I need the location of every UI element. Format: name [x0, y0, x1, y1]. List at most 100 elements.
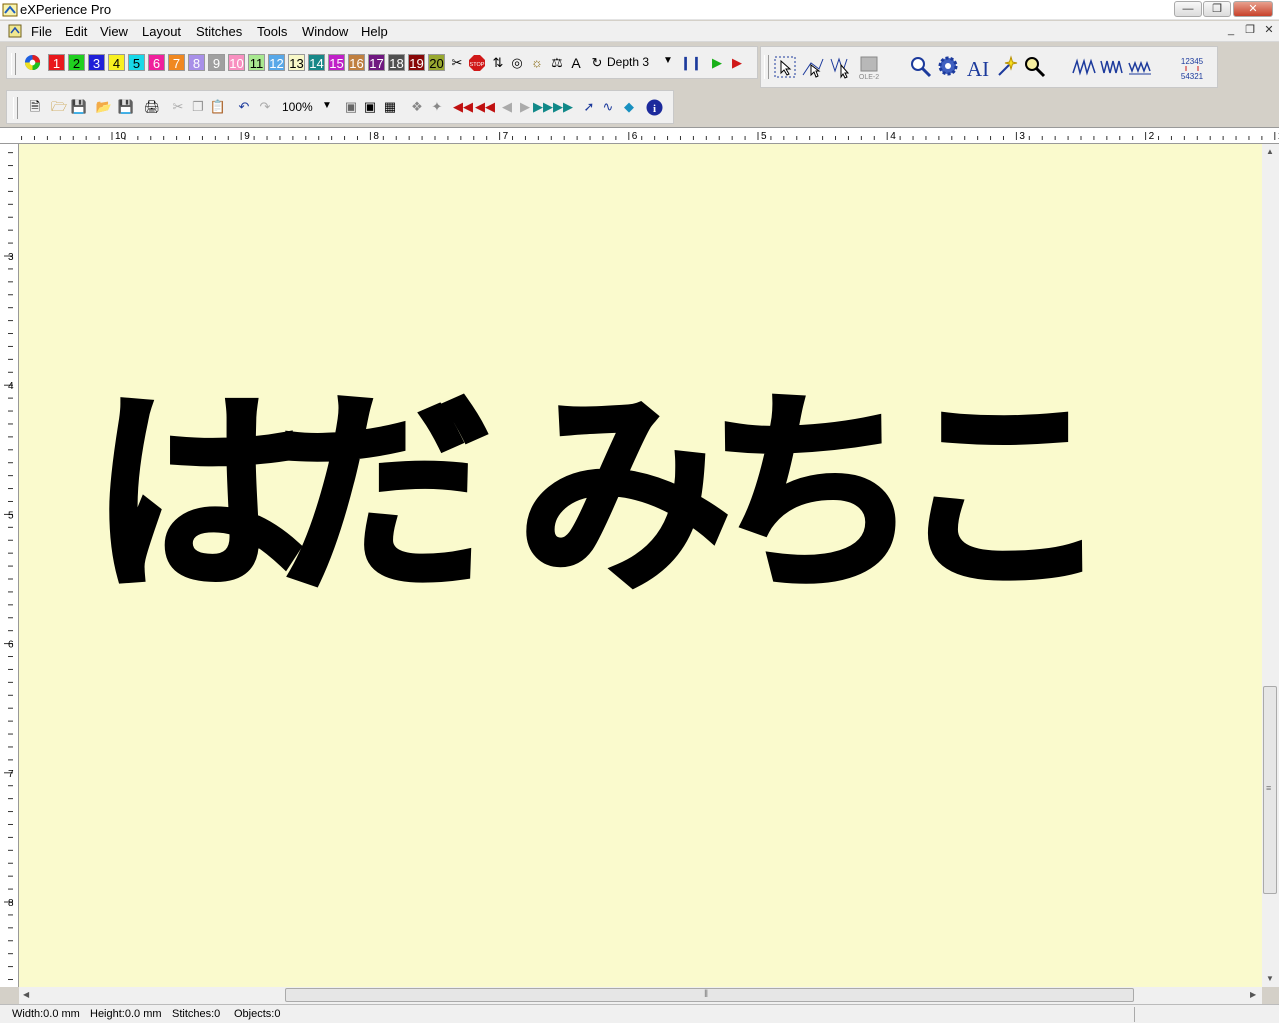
ai-text-icon[interactable]: AI: [965, 55, 991, 79]
select-stitch-icon[interactable]: [829, 55, 853, 79]
color-swatch-1[interactable]: 1: [48, 54, 65, 71]
select-box-icon[interactable]: [773, 55, 797, 79]
next-stitch-icon[interactable]: ▶: [517, 99, 533, 115]
stitch-pattern-3-icon[interactable]: [1127, 55, 1153, 79]
menu-layout[interactable]: Layout: [142, 24, 181, 39]
next-color-icon[interactable]: ▶▶: [533, 99, 553, 115]
color-swatch-10[interactable]: 10: [228, 54, 245, 71]
print-icon[interactable]: 🖨: [144, 99, 161, 115]
design-canvas[interactable]: はだ みちこ: [19, 144, 1262, 987]
bobbin-icon[interactable]: ◎: [509, 55, 525, 71]
simulate-icon[interactable]: ✦: [429, 99, 445, 115]
pin-icon[interactable]: ⚖: [549, 55, 565, 71]
menu-view[interactable]: View: [100, 24, 128, 39]
close-button[interactable]: ✕: [1233, 1, 1273, 17]
magic-wand-icon[interactable]: [995, 55, 1019, 79]
horizontal-scroll-thumb[interactable]: ‖: [285, 988, 1134, 1002]
color-swatch-20[interactable]: 20: [428, 54, 445, 71]
copy-icon[interactable]: ❐: [190, 99, 206, 115]
doc-minimize-button[interactable]: _: [1223, 24, 1239, 38]
needle-up-icon[interactable]: ⇅: [490, 55, 506, 71]
stitch-pattern-2-icon[interactable]: [1099, 55, 1125, 79]
stop-icon[interactable]: STOP: [469, 55, 485, 71]
color-swatch-11[interactable]: 11: [248, 54, 265, 71]
doc-restore-button[interactable]: ❐: [1242, 24, 1258, 38]
prev-color-icon[interactable]: ◀◀: [475, 99, 495, 115]
scroll-right-arrow[interactable]: ▶: [1250, 990, 1256, 999]
color-swatch-9[interactable]: 9: [208, 54, 225, 71]
first-color-icon[interactable]: ◀◀: [453, 99, 473, 115]
fit-page-icon[interactable]: ▦: [382, 99, 398, 115]
menu-edit[interactable]: Edit: [65, 24, 87, 39]
color-swatch-6[interactable]: 6: [148, 54, 165, 71]
zoom-icon[interactable]: [1023, 55, 1047, 79]
fit-all-icon[interactable]: ▣: [343, 99, 359, 115]
toolbar-grip[interactable]: [11, 53, 16, 75]
toolbar-grip[interactable]: [764, 55, 769, 79]
zoom-dropdown-arrow[interactable]: ▼: [322, 100, 332, 111]
color-swatch-3[interactable]: 3: [88, 54, 105, 71]
color-swatch-19[interactable]: 19: [408, 54, 425, 71]
color-swatch-16[interactable]: 16: [348, 54, 365, 71]
color-swatch-18[interactable]: 18: [388, 54, 405, 71]
color-swatch-14[interactable]: 14: [308, 54, 325, 71]
color-swatch-13[interactable]: 13: [288, 54, 305, 71]
color-swatch-15[interactable]: 15: [328, 54, 345, 71]
open-folder-icon[interactable]: 🗁: [51, 99, 67, 115]
new-file-icon[interactable]: 🗎: [27, 99, 43, 115]
menu-tools[interactable]: Tools: [257, 24, 287, 39]
prev-stitch-icon[interactable]: ◀: [499, 99, 515, 115]
draw-line-icon[interactable]: ➚: [581, 99, 597, 115]
export-icon[interactable]: 💾: [118, 99, 134, 115]
color-swatch-7[interactable]: 7: [168, 54, 185, 71]
color-swatch-12[interactable]: 12: [268, 54, 285, 71]
end-icon[interactable]: ▶: [729, 55, 745, 71]
properties-icon[interactable]: [909, 55, 933, 79]
restore-button[interactable]: ❐: [1203, 1, 1231, 17]
shape-icon[interactable]: ◆: [621, 99, 637, 115]
info-icon[interactable]: i: [646, 99, 663, 116]
embroidery-text[interactable]: はだ みちこ: [88, 386, 1114, 606]
sequence-icon[interactable]: 12345 54321: [1177, 55, 1207, 81]
document-icon[interactable]: [8, 24, 22, 38]
ole-icon[interactable]: OLE-2: [857, 55, 881, 81]
scissors-icon[interactable]: ✂: [449, 55, 465, 71]
scroll-left-arrow[interactable]: ◀: [23, 990, 29, 999]
horizontal-scrollbar[interactable]: ◀ ‖ ▶: [19, 987, 1262, 1004]
toolbar-grip[interactable]: [13, 97, 18, 119]
trim-icon[interactable]: ☼: [529, 55, 545, 71]
vertical-scrollbar[interactable]: ▲ ≡ ▼: [1262, 144, 1279, 987]
menu-file[interactable]: File: [31, 24, 52, 39]
doc-close-button[interactable]: ✕: [1261, 24, 1277, 38]
import-icon[interactable]: 📂: [96, 99, 112, 115]
text-a-icon[interactable]: A: [568, 55, 584, 71]
redo-icon[interactable]: ↷: [257, 99, 273, 115]
stitch-pattern-1-icon[interactable]: [1071, 55, 1097, 79]
color-swatch-5[interactable]: 5: [128, 54, 145, 71]
paste-icon[interactable]: 📋: [210, 99, 226, 115]
color-swatch-8[interactable]: 8: [188, 54, 205, 71]
color-swatch-4[interactable]: 4: [108, 54, 125, 71]
stitch-player-icon[interactable]: ❖: [409, 99, 425, 115]
minimize-button[interactable]: —: [1174, 1, 1202, 17]
fit-selection-icon[interactable]: ▣: [362, 99, 378, 115]
scroll-down-arrow[interactable]: ▼: [1266, 974, 1274, 983]
vertical-scroll-thumb[interactable]: ≡: [1263, 686, 1277, 894]
color-wheel-icon[interactable]: [24, 54, 41, 71]
undo-icon[interactable]: ↶: [236, 99, 252, 115]
depth-dropdown-arrow[interactable]: ▼: [663, 55, 673, 66]
save-icon[interactable]: 💾: [71, 99, 87, 115]
start-icon[interactable]: ▶: [709, 55, 725, 71]
cut-icon[interactable]: ✂: [170, 99, 186, 115]
settings-gear-icon[interactable]: [937, 55, 961, 79]
column-icon[interactable]: ❙❙: [680, 55, 702, 71]
color-swatch-17[interactable]: 17: [368, 54, 385, 71]
last-color-icon[interactable]: ▶▶: [553, 99, 573, 115]
select-node-icon[interactable]: [801, 55, 825, 79]
menu-window[interactable]: Window: [302, 24, 348, 39]
stitch-fill-icon[interactable]: ∿: [600, 99, 616, 115]
scroll-up-arrow[interactable]: ▲: [1266, 147, 1274, 156]
menu-help[interactable]: Help: [361, 24, 388, 39]
depth-icon[interactable]: ↻: [589, 55, 605, 71]
color-swatch-2[interactable]: 2: [68, 54, 85, 71]
